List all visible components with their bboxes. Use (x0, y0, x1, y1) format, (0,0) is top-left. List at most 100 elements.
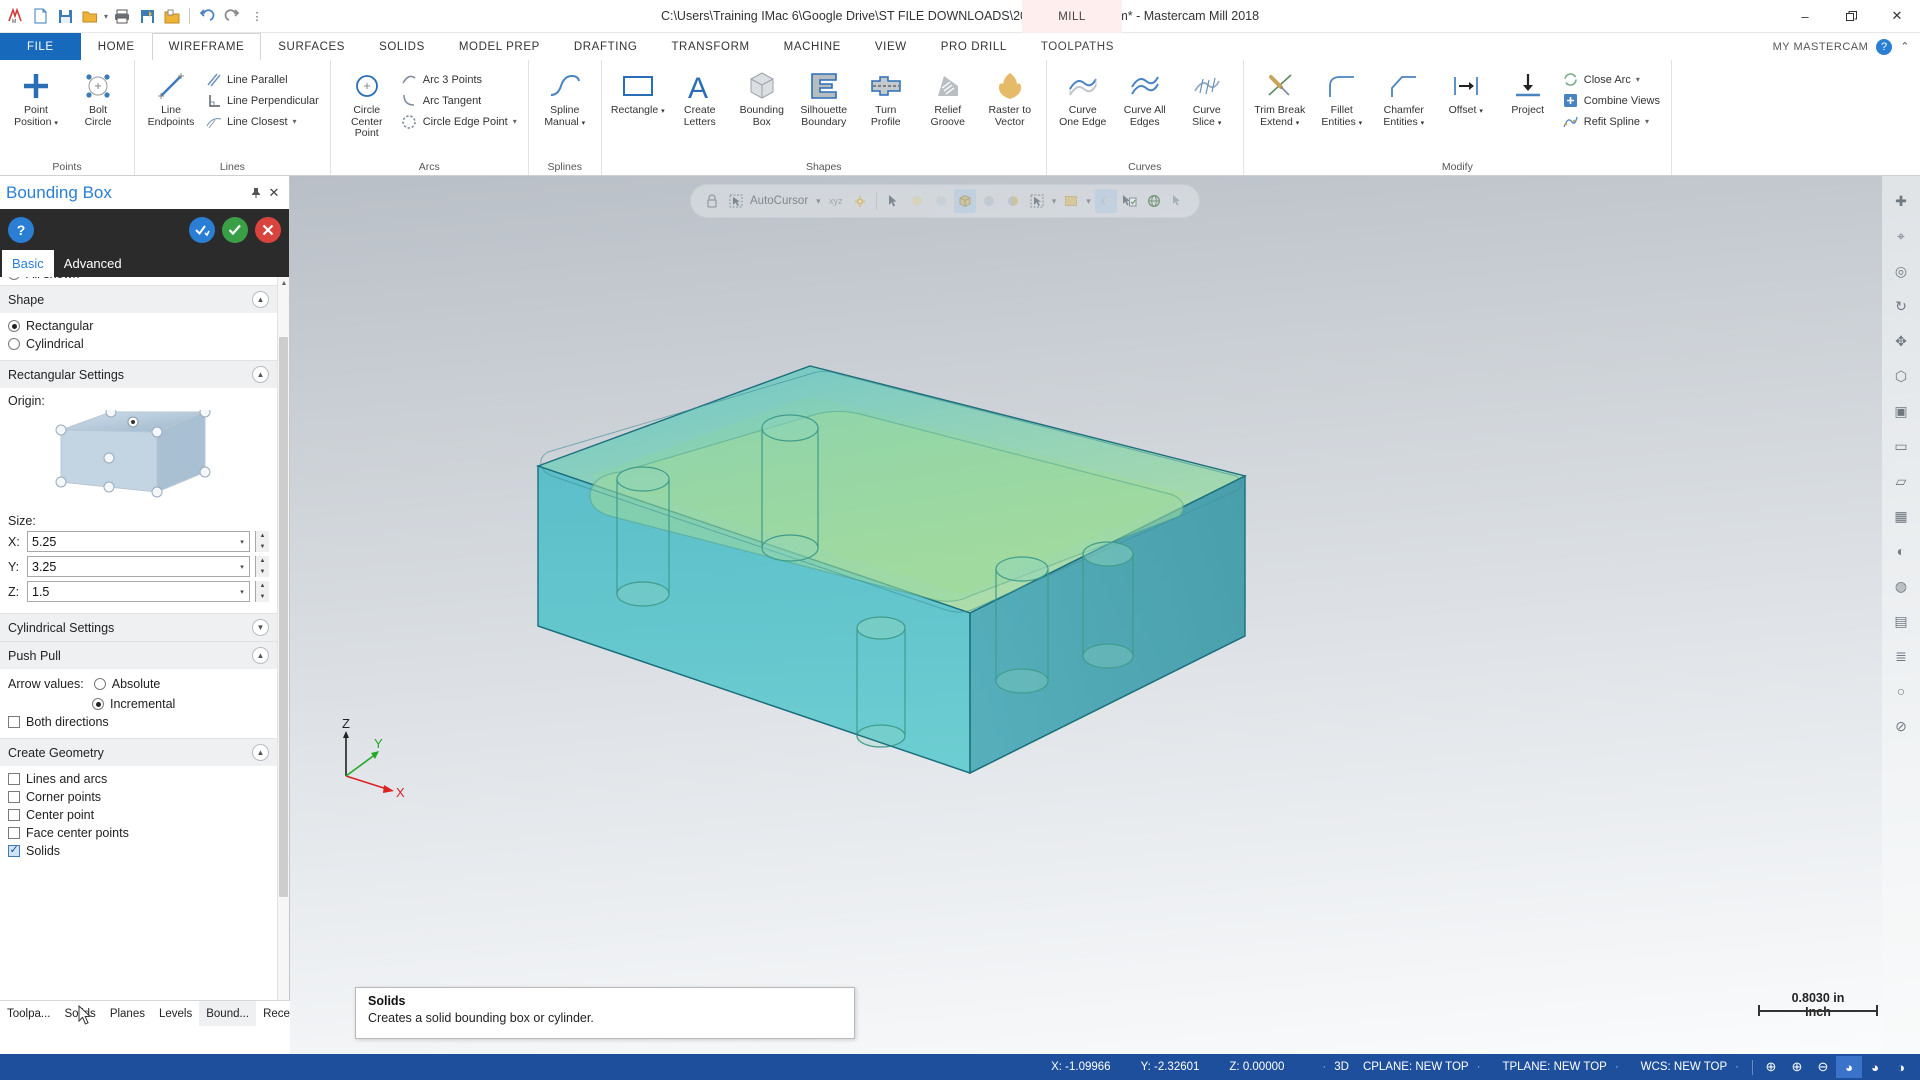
status-tplane-selector[interactable]: TPLANE: NEW TOP (1502, 1061, 1606, 1073)
chevron-up-icon[interactable]: ▲ (252, 366, 269, 383)
redo-icon[interactable] (221, 5, 243, 27)
wireframe-shading-icon[interactable]: ▦ (1888, 503, 1914, 529)
size-y-input-wrap[interactable]: ▾ (27, 556, 250, 577)
stepper-up-icon[interactable]: ▲ (256, 581, 269, 592)
panel-close-icon[interactable]: ✕ (265, 184, 283, 202)
arc-3-points-button[interactable]: Arc 3 Points (398, 69, 523, 90)
line-perpendicular-button[interactable]: Line Perpendicular (202, 90, 325, 111)
line-parallel-button[interactable]: Line Parallel (202, 69, 325, 90)
ribbon-tab-pro-drill[interactable]: PRO DRILL (924, 33, 1024, 60)
chamfer-entities-button[interactable]: Chamfer Entities ▾ (1373, 65, 1435, 129)
my-mastercam-label[interactable]: MY MASTERCAM (1773, 41, 1869, 53)
create-geometry-lines-and-arcs-checkbox[interactable]: Lines and arcs (8, 770, 269, 788)
ribbon-tab-surfaces[interactable]: SURFACES (261, 33, 362, 60)
fillet-entities-button[interactable]: Fillet Entities ▾ (1311, 65, 1373, 129)
close-arc-button[interactable]: Close Arc ▾ (1559, 69, 1666, 90)
chevron-up-icon[interactable]: ▲ (252, 744, 269, 761)
size-x-input[interactable] (28, 534, 235, 549)
import-icon[interactable] (161, 5, 183, 27)
all-shown-radio[interactable]: All shown (8, 277, 269, 283)
mill-context-tab[interactable]: MILL (1022, 0, 1122, 33)
shaded-sphere-icon[interactable]: ◕ (1836, 1056, 1862, 1078)
cancel-button[interactable] (255, 216, 281, 243)
shading-globe-icon[interactable]: ⊕ (1758, 1056, 1784, 1078)
raster-to-vector-button[interactable]: Raster to Vector (979, 65, 1041, 128)
mastercam-logo-icon[interactable]: M (4, 5, 26, 27)
create-geometry-face-center-points-checkbox[interactable]: Face center points (8, 824, 269, 842)
size-z-input-wrap[interactable]: ▾ (27, 581, 250, 602)
bounding-box-button[interactable]: Bounding Box (731, 65, 793, 128)
push-pull-header[interactable]: Push Pull ▲ (0, 641, 277, 669)
blank-entities-icon[interactable]: ○ (1888, 678, 1914, 704)
bottom-tab-planes[interactable]: Planes (103, 1001, 152, 1026)
chevron-up-icon[interactable]: ▲ (252, 647, 269, 664)
shaded-icon[interactable]: ◐ (1888, 538, 1914, 564)
create-geometry-corner-points-checkbox[interactable]: Corner points (8, 788, 269, 806)
stepper-down-icon[interactable]: ▼ (256, 566, 269, 577)
bottom-tab-levels[interactable]: Levels (152, 1001, 199, 1026)
wireframe-globe-icon[interactable]: ⊕ (1784, 1056, 1810, 1078)
curve-all-edges-button[interactable]: Curve All Edges (1114, 65, 1176, 128)
ribbon-tab-view[interactable]: VIEW (858, 33, 924, 60)
panel-scrollbar[interactable]: ▲ ▼ (277, 277, 289, 1026)
size-x-stepper[interactable]: ▲ ▼ (255, 531, 269, 552)
ribbon-tab-machine[interactable]: MACHINE (767, 33, 858, 60)
pin-icon[interactable] (247, 184, 265, 202)
translucent-sphere-icon[interactable]: ◑ (1888, 1056, 1914, 1078)
restore-button[interactable] (1828, 0, 1874, 32)
status-cplane-selector[interactable]: CPLANE: NEW TOP (1363, 1061, 1469, 1073)
project-button[interactable]: Project (1497, 65, 1559, 117)
chevron-down-icon[interactable]: ▾ (1645, 117, 1649, 126)
zoom-target-icon[interactable]: ◎ (1888, 258, 1914, 284)
ribbon-tab-wireframe[interactable]: WIREFRAME (151, 33, 262, 60)
shape-option-cylindrical[interactable]: Cylindrical (8, 335, 269, 353)
right-view-icon[interactable]: ▱ (1888, 468, 1914, 494)
new-file-icon[interactable] (29, 5, 51, 27)
size-y-input[interactable] (28, 559, 235, 574)
zoom-window-icon[interactable]: ⌖ (1888, 223, 1914, 249)
cylindrical-settings-header[interactable]: Cylindrical Settings ▼ (0, 613, 277, 641)
size-z-stepper[interactable]: ▲ ▼ (255, 581, 269, 602)
chevron-down-icon[interactable]: ▾ (293, 117, 297, 126)
size-z-input[interactable] (28, 584, 235, 599)
rectangle-button[interactable]: Rectangle ▾ (607, 65, 669, 118)
unblank-icon[interactable]: ⊘ (1888, 713, 1914, 739)
bottom-tab-bound[interactable]: Bound... (199, 1001, 257, 1026)
apply-button[interactable] (189, 216, 215, 243)
pan-icon[interactable]: ✥ (1888, 328, 1914, 354)
chevron-down-icon[interactable]: ▾ (513, 117, 517, 126)
open-folder-icon[interactable] (79, 5, 101, 27)
stepper-down-icon[interactable]: ▼ (256, 541, 269, 552)
stepper-up-icon[interactable]: ▲ (256, 531, 269, 542)
rectangular-settings-header[interactable]: Rectangular Settings ▲ (0, 360, 277, 388)
panel-tab-advanced[interactable]: Advanced (54, 250, 132, 277)
line-closest-button[interactable]: Line Closest ▾ (202, 111, 325, 132)
hidden-line-globe-icon[interactable]: ⊖ (1810, 1056, 1836, 1078)
point-position-button[interactable]: Point Position ▾ (5, 65, 67, 129)
customize-qat-icon[interactable]: ⋮ (246, 5, 268, 27)
create-geometry-center-point-checkbox[interactable]: Center point (8, 806, 269, 824)
save-as-icon[interactable] (136, 5, 158, 27)
minimize-button[interactable]: – (1782, 0, 1828, 32)
create-geometry-header[interactable]: Create Geometry ▲ (0, 738, 277, 766)
arc-tangent-button[interactable]: Arc Tangent (398, 90, 523, 111)
print-icon[interactable] (111, 5, 133, 27)
turn-profile-button[interactable]: Turn Profile (855, 65, 917, 128)
top-view-icon[interactable]: ▣ (1888, 398, 1914, 424)
trim-break-extend-button[interactable]: Trim Break Extend ▾ (1249, 65, 1311, 129)
size-y-stepper[interactable]: ▲ ▼ (255, 556, 269, 577)
scroll-up-icon[interactable]: ▲ (278, 277, 289, 289)
stepper-up-icon[interactable]: ▲ (256, 556, 269, 567)
isometric-view-icon[interactable]: ⬡ (1888, 363, 1914, 389)
help-button[interactable]: ? (8, 216, 34, 243)
shape-option-rectangular[interactable]: Rectangular (8, 317, 269, 335)
arrow-value-absolute[interactable]: Absolute (93, 675, 160, 693)
curve-one-edge-button[interactable]: Curve One Edge (1052, 65, 1114, 128)
chevron-down-icon[interactable]: ▾ (1636, 75, 1640, 84)
arrow-value-incremental[interactable]: Incremental (92, 695, 269, 713)
bolt-circle-button[interactable]: Bolt Circle (67, 65, 129, 128)
ribbon-tab-model-prep[interactable]: MODEL PREP (442, 33, 557, 60)
bottom-tab-toolpa[interactable]: Toolpa... (0, 1001, 57, 1026)
chevron-up-icon[interactable]: ▲ (252, 291, 269, 308)
spline-manual-button[interactable]: Spline Manual ▾ (534, 65, 596, 129)
